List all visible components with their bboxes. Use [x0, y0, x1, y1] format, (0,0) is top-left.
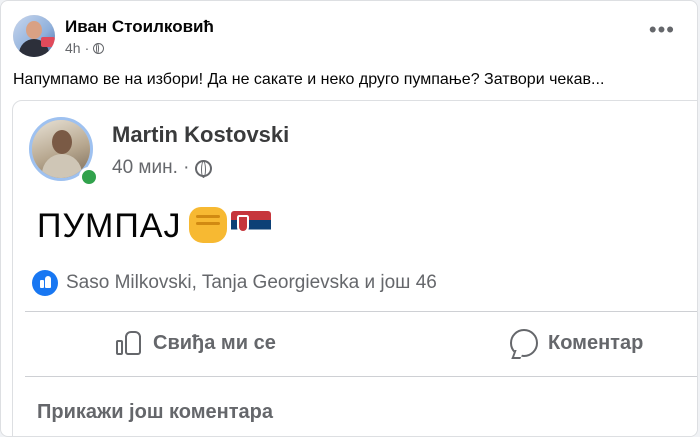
- shared-post-time[interactable]: 40 мин. ·: [112, 157, 189, 179]
- globe-icon: [93, 42, 105, 54]
- like-icon: [115, 329, 143, 357]
- author-avatar[interactable]: [13, 15, 55, 57]
- divider: [25, 376, 697, 377]
- post-text: Напумпамо ве на избори! Да не сакате и н…: [13, 71, 605, 88]
- author-name[interactable]: Иван Стоилковић: [65, 17, 214, 37]
- shared-post: Martin Kostovski 40 мин. · ПУМПАЈ Saso M…: [12, 100, 697, 436]
- post-time[interactable]: 4h: [65, 40, 81, 56]
- reactions-text: Saso Milkovski, Tanja Georgievska и још …: [66, 272, 437, 293]
- comment-label: Коментар: [548, 331, 644, 354]
- globe-icon: [195, 159, 213, 178]
- shared-post-text: ПУМПАЈ: [37, 207, 272, 246]
- more-comments-link[interactable]: Прикажи још коментара: [37, 401, 273, 424]
- reactions-summary[interactable]: Saso Milkovski, Tanja Georgievska и још …: [32, 270, 437, 296]
- shared-author-name[interactable]: Martin Kostovski: [112, 122, 289, 148]
- divider: [25, 311, 697, 312]
- shared-post-text-content: ПУМПАЈ: [37, 207, 182, 245]
- more-options-icon[interactable]: •••: [649, 19, 675, 41]
- shared-post-meta: 40 мин. ·: [112, 157, 213, 179]
- post-card: Иван Стоилковић 4h · ••• Напумпамо ве на…: [0, 0, 698, 437]
- like-label: Свиђа ми се: [153, 331, 276, 354]
- comment-icon: [510, 329, 538, 357]
- fist-emoji: [189, 207, 228, 243]
- like-reaction-icon: [32, 270, 58, 296]
- online-status-icon: [79, 167, 99, 187]
- post-meta: 4h ·: [65, 40, 105, 56]
- comment-button[interactable]: Коментар: [510, 329, 643, 357]
- like-button[interactable]: Свиђа ми се: [115, 329, 276, 357]
- serbian-flag-emoji: [231, 211, 272, 239]
